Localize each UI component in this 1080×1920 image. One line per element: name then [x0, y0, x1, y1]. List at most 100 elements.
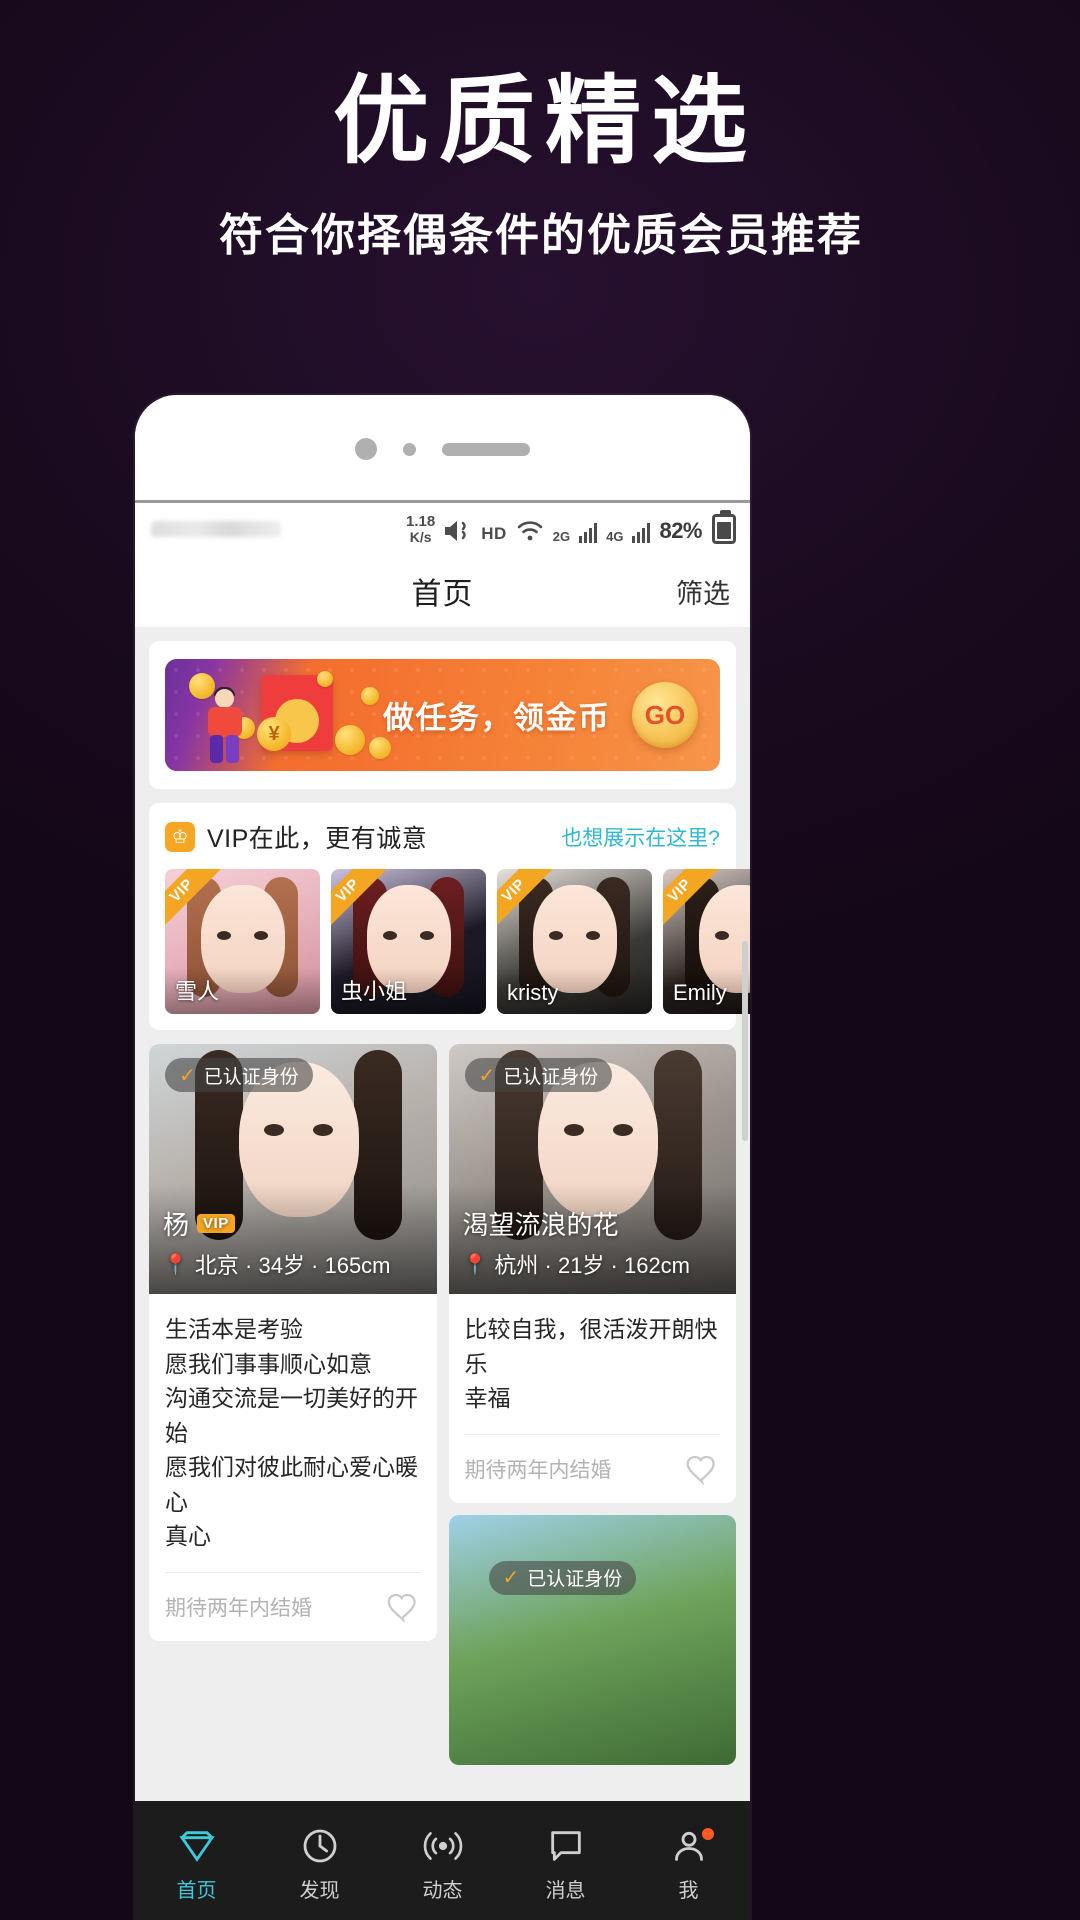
vip-card[interactable]: VIP 雪人 — [165, 869, 320, 1014]
tab-profile-label: 我 — [678, 1879, 699, 1902]
profile-name-row: 杨 VIP — [163, 1205, 235, 1242]
tab-messages[interactable]: 消息 — [504, 1824, 627, 1903]
status-bar: 1.18 K/s HD 2G 4G 82% — [135, 503, 750, 555]
profile-name: 渴望流浪的花 — [462, 1210, 619, 1240]
tab-profile[interactable]: 我 — [627, 1824, 750, 1903]
mute-icon — [443, 518, 473, 544]
front-camera-icon — [355, 438, 377, 460]
vip-showcase-card: ♔ VIP在此，更有诚意 也想展示在这里? VIP 雪人 VIP 虫小姐 VIP… — [149, 803, 750, 1030]
filter-button[interactable]: 筛选 — [676, 572, 730, 611]
compass-icon — [258, 1824, 381, 1868]
banner-go-button[interactable]: GO — [632, 682, 698, 748]
profile-meta-row: 📍 北京 · 34岁 · 165cm — [163, 1248, 391, 1280]
profile-card[interactable]: ✓ 已认证身份 杨 VIP 📍 北京 · 34岁 · 165cm 生活本是考验 … — [149, 1044, 437, 1641]
phone-bezel-top — [135, 395, 750, 500]
profile-name-row: 渴望流浪的花 — [463, 1205, 619, 1242]
scrollbar-thumb[interactable] — [742, 941, 748, 1141]
wifi-icon — [515, 518, 545, 544]
profile-body: 比较自我，很活泼开朗快乐 幸福 — [449, 1294, 737, 1435]
vip-card[interactable]: VIP 虫小姐 — [331, 869, 486, 1014]
profile-meta: 北京 · 34岁 · 165cm — [194, 1253, 391, 1278]
profile-card[interactable]: ✓ 已认证身份 — [448, 1514, 736, 1765]
profile-name: 杨 — [163, 1210, 190, 1240]
check-icon: ✓ — [478, 1064, 496, 1087]
yen-coin-icon: ¥ — [257, 717, 291, 751]
promo-subtitle: 符合你择偶条件的优质会员推荐 — [219, 210, 863, 260]
hd-label: HD — [481, 524, 507, 543]
promo-title: 优质精选 — [333, 68, 757, 175]
profile-photo[interactable]: ✓ 已认证身份 杨 VIP 📍 北京 · 34岁 · 165cm — [149, 1044, 437, 1294]
profile-column-left: ✓ 已认证身份 杨 VIP 📍 北京 · 34岁 · 165cm 生活本是考验 … — [149, 1044, 437, 1653]
vip-card-name: kristy — [507, 980, 559, 1005]
location-pin-icon: 📍 — [163, 1253, 188, 1276]
verified-label: 已认证身份 — [203, 1066, 299, 1088]
verified-badge: ✓ 已认证身份 — [488, 1560, 637, 1595]
vip-card-name: 虫小姐 — [341, 979, 408, 1004]
phone-sensor-row — [135, 438, 750, 460]
check-icon: ✓ — [502, 1567, 520, 1589]
profile-grid: ✓ 已认证身份 杨 VIP 📍 北京 · 34岁 · 165cm 生活本是考验 … — [135, 1030, 750, 1777]
vip-card[interactable]: VIP Emily — [663, 869, 750, 1014]
earpiece-speaker — [442, 442, 530, 456]
banner-text: 做任务，领金币 — [383, 700, 611, 736]
crown-icon: ♔ — [165, 822, 195, 852]
check-icon: ✓ — [179, 1064, 196, 1087]
tab-moments[interactable]: 动态 — [381, 1824, 504, 1903]
network-4g-label: 4G — [606, 529, 624, 544]
bottom-tab-bar: 首页 发现 动态 消息 我 — [135, 1801, 750, 1920]
verified-badge: ✓ 已认证身份 — [464, 1058, 613, 1092]
heart-icon[interactable] — [684, 1451, 720, 1487]
profile-footer: 期待两年内结婚 — [149, 1573, 437, 1641]
tab-moments-label: 动态 — [422, 1879, 463, 1902]
profile-description: 比较自我，很活泼开朗快乐 幸福 — [464, 1316, 718, 1411]
notification-badge-dot — [702, 1827, 714, 1840]
profile-meta: 杭州 · 21岁 · 162cm — [494, 1253, 691, 1278]
coin-icon — [317, 671, 333, 687]
profile-card[interactable]: ✓ 已认证身份 渴望流浪的花 📍 杭州 · 21岁 · 162cm 比较自我，很… — [448, 1044, 737, 1503]
vip-card[interactable]: VIP kristy — [497, 869, 652, 1014]
profile-photo[interactable]: ✓ 已认证身份 渴望流浪的花 📍 杭州 · 21岁 · 162cm — [448, 1044, 736, 1294]
broadcast-icon — [381, 1824, 504, 1868]
network-speed: 1.18 K/s — [406, 514, 435, 544]
profile-description: 生活本是考验 愿我们事事顺心如意 沟通交流是一切美好的开始 愿我们对彼此耐心爱心… — [165, 1316, 418, 1549]
person-icon — [627, 1824, 750, 1868]
verified-label: 已认证身份 — [503, 1066, 599, 1088]
tab-messages-label: 消息 — [545, 1879, 586, 1902]
tab-home[interactable]: 首页 — [135, 1824, 258, 1903]
vip-title: VIP在此，更有诚意 — [207, 825, 428, 853]
banner-person-illustration — [199, 687, 255, 765]
signal-bars-2-icon — [631, 518, 651, 544]
vip-carousel[interactable]: VIP 雪人 VIP 虫小姐 VIP kristy VIP Emily — [149, 869, 750, 1014]
vip-header: ♔ VIP在此，更有诚意 也想展示在这里? — [149, 819, 736, 855]
tab-discover[interactable]: 发现 — [258, 1824, 381, 1903]
vip-card-name: 雪人 — [175, 979, 220, 1004]
vip-promote-link[interactable]: 也想展示在这里? — [561, 822, 720, 852]
phone-mockup: 1.18 K/s HD 2G 4G 82% 首页 筛选 ¥ 做任务，领金币 GO… — [135, 395, 750, 1920]
promo-stage: 优质精选 符合你择偶条件的优质会员推荐 1.18 K/s HD 2G 4G 82… — [0, 0, 1080, 1920]
profile-wish: 期待两年内结婚 — [165, 1596, 312, 1620]
vip-badge: VIP — [197, 1214, 235, 1233]
heart-icon[interactable] — [385, 1589, 421, 1625]
profile-meta-row: 📍 杭州 · 21岁 · 162cm — [463, 1248, 691, 1280]
main-content: ¥ 做任务，领金币 GO ♔ VIP在此，更有诚意 也想展示在这里? VIP 雪… — [135, 641, 750, 1920]
battery-icon — [712, 510, 736, 544]
page-title: 首页 — [411, 578, 474, 611]
proximity-sensor-icon — [403, 442, 416, 456]
profile-body: 生活本是考验 愿我们事事顺心如意 沟通交流是一切美好的开始 愿我们对彼此耐心爱心… — [149, 1294, 437, 1573]
home-diamond-icon — [135, 1824, 258, 1868]
app-navbar: 首页 筛选 — [135, 555, 750, 627]
tab-discover-label: 发现 — [299, 1879, 340, 1902]
vip-card-name: Emily — [673, 980, 727, 1005]
carrier-label-blurred — [151, 521, 281, 537]
coin-icon — [335, 725, 365, 755]
tab-home-label: 首页 — [176, 1879, 217, 1902]
verified-badge: ✓ 已认证身份 — [165, 1058, 313, 1092]
coin-icon — [361, 687, 379, 705]
signal-bars-1-icon — [578, 518, 598, 544]
profile-photo[interactable]: ✓ 已认证身份 — [448, 1514, 736, 1765]
promo-header: 优质精选 符合你择偶条件的优质会员推荐 — [0, 0, 1080, 263]
task-banner[interactable]: ¥ 做任务，领金币 GO — [165, 659, 720, 771]
network-speed-value: 1.18 — [406, 513, 436, 531]
profile-wish: 期待两年内结婚 — [464, 1458, 612, 1482]
battery-percent: 82% — [659, 518, 702, 543]
